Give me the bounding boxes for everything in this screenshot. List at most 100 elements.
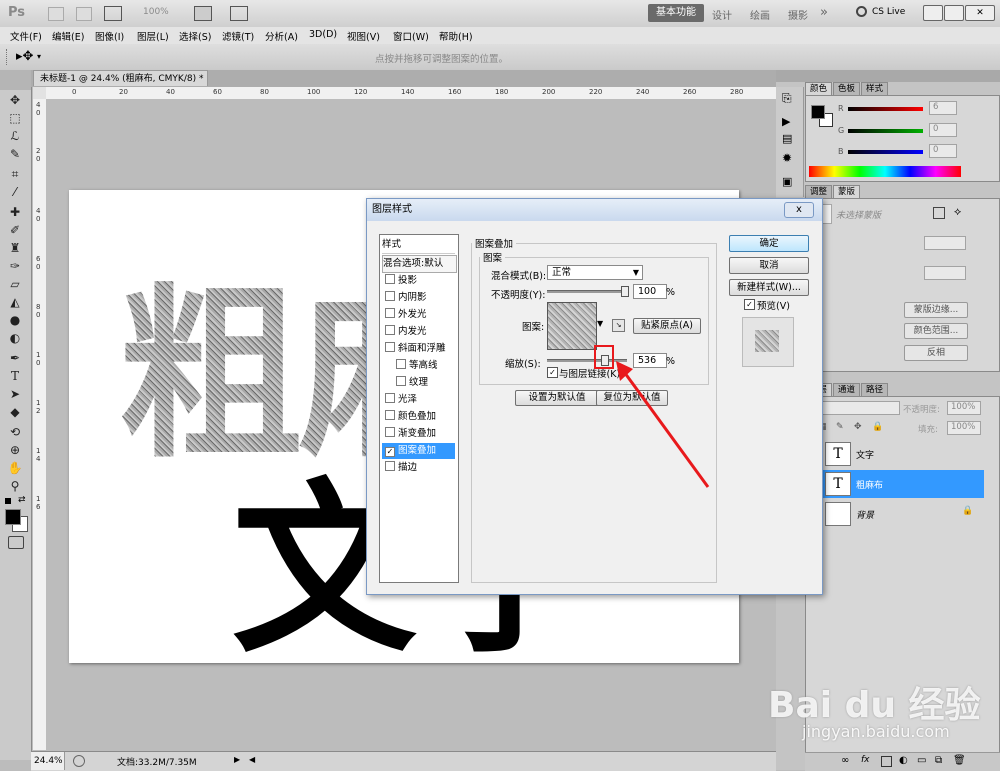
- hand-tool-icon[interactable]: ✋: [4, 460, 26, 476]
- style-item[interactable]: 渐变叠加: [382, 426, 455, 442]
- arrange-documents-icon[interactable]: [194, 6, 212, 21]
- channel-r-value[interactable]: 6: [929, 101, 957, 115]
- layer-row-text[interactable]: T 文字: [820, 440, 984, 468]
- info-panel-icon[interactable]: ▤: [782, 132, 792, 145]
- workspace-design[interactable]: 设计: [712, 7, 732, 22]
- status-menu-arrow-icon[interactable]: ▶: [234, 755, 240, 764]
- zoom-level-dropdown[interactable]: 100%: [143, 7, 169, 17]
- make-default-button[interactable]: 设置为默认值: [515, 390, 599, 406]
- link-with-layer-checkbox[interactable]: ✓: [547, 367, 558, 378]
- minimize-button[interactable]: [923, 5, 943, 21]
- workspace-photography[interactable]: 摄影: [788, 7, 808, 22]
- blending-options-item[interactable]: 混合选项:默认: [382, 255, 457, 273]
- style-item[interactable]: 内阴影: [382, 290, 455, 306]
- channel-g-slider[interactable]: [848, 129, 923, 133]
- status-zoom-field[interactable]: 24.4%: [31, 752, 65, 770]
- swap-colors-icon[interactable]: ⇄: [18, 495, 26, 505]
- eyedropper-tool-icon[interactable]: ⁄: [4, 184, 26, 200]
- new-preset-icon[interactable]: ↘: [612, 319, 625, 332]
- lock-pixels-icon[interactable]: ✎: [836, 422, 844, 432]
- channel-r-slider[interactable]: [848, 107, 923, 111]
- mini-bridge-icon[interactable]: [76, 7, 92, 21]
- style-checkbox[interactable]: [396, 376, 406, 386]
- blend-mode-select[interactable]: 正常 ▼: [547, 265, 643, 280]
- more-workspaces-icon[interactable]: »: [820, 5, 828, 20]
- menu-view[interactable]: 视图(V): [347, 29, 380, 43]
- menu-file[interactable]: 文件(F): [10, 29, 42, 43]
- menu-3d[interactable]: 3D(D): [309, 29, 337, 40]
- link-layers-icon[interactable]: ∞: [841, 755, 849, 766]
- lasso-tool-icon[interactable]: ℒ: [4, 128, 26, 144]
- workspace-essentials[interactable]: 基本功能: [648, 4, 704, 22]
- layer-style-icon[interactable]: fx: [861, 755, 870, 765]
- style-checkbox[interactable]: [385, 291, 395, 301]
- default-colors-icon[interactable]: [5, 498, 11, 504]
- style-item[interactable]: 颜色叠加: [382, 409, 455, 425]
- history-panel-icon[interactable]: ⎘: [782, 91, 792, 106]
- new-style-button[interactable]: 新建样式(W)...: [729, 279, 809, 296]
- preview-label[interactable]: 预览(V): [757, 298, 790, 312]
- vertical-ruler[interactable]: 4 0 2 0 4 0 6 0 8 0 1 0 1 2 1 4 1 6: [33, 99, 47, 750]
- channel-b-value[interactable]: 0: [929, 144, 957, 158]
- menu-image[interactable]: 图像(I): [95, 29, 124, 43]
- 3d-orbit-tool-icon[interactable]: ⊕: [4, 442, 26, 458]
- style-item[interactable]: 斜面和浮雕: [382, 341, 455, 357]
- zoom-tool-icon[interactable]: ⚲: [4, 478, 26, 494]
- scroll-left-icon[interactable]: ◀: [249, 755, 255, 764]
- quick-mask-icon[interactable]: [8, 536, 24, 549]
- style-checkbox[interactable]: [385, 393, 395, 403]
- cancel-button[interactable]: 取消: [729, 257, 809, 274]
- dodge-tool-icon[interactable]: ◐: [4, 330, 26, 346]
- tab-styles[interactable]: 样式: [861, 82, 889, 96]
- toolbox-header[interactable]: [0, 70, 32, 90]
- layer-name[interactable]: 背景: [856, 508, 874, 521]
- paint-bucket-tool-icon[interactable]: ◭: [4, 294, 26, 310]
- channel-b-slider[interactable]: [848, 150, 923, 154]
- menu-edit[interactable]: 编辑(E): [52, 29, 84, 43]
- healing-brush-tool-icon[interactable]: ✚: [4, 204, 26, 220]
- crop-tool-icon[interactable]: ⌗: [4, 166, 26, 182]
- document-tab[interactable]: 未标题-1 @ 24.4% (粗麻布, CMYK/8) * ✕: [33, 70, 208, 99]
- foreground-color-swatch[interactable]: [5, 509, 21, 525]
- layer-opacity-field[interactable]: 100%: [947, 401, 981, 415]
- tab-swatches[interactable]: 色板: [833, 82, 861, 96]
- ok-button[interactable]: 确定: [729, 235, 809, 252]
- dialog-title-bar[interactable]: 图层样式 x: [367, 199, 822, 221]
- color-foreground-swatch[interactable]: [811, 105, 825, 119]
- tool-preset-chevron-icon[interactable]: ▾: [37, 52, 41, 61]
- menu-analysis[interactable]: 分析(A): [265, 29, 298, 43]
- menu-filter[interactable]: 滤镜(T): [222, 29, 254, 43]
- brush-panel-icon[interactable]: ✹: [782, 151, 792, 165]
- mask-edge-button[interactable]: 蒙版边缘...: [904, 302, 968, 318]
- opacity-slider[interactable]: [547, 286, 629, 297]
- pattern-picker-chevron-icon[interactable]: ▼: [597, 319, 603, 328]
- panel-dock-header[interactable]: [776, 70, 1000, 82]
- menu-window[interactable]: 窗口(W): [393, 29, 429, 43]
- add-mask-icon[interactable]: [881, 756, 892, 767]
- pixel-mask-icon[interactable]: [933, 207, 945, 219]
- style-item[interactable]: ✓ 图案叠加: [382, 443, 455, 459]
- preview-checkbox[interactable]: ✓: [744, 299, 755, 310]
- layer-fill-field[interactable]: 100%: [947, 421, 981, 435]
- style-item[interactable]: 外发光: [382, 307, 455, 323]
- brush-tool-icon[interactable]: ✐: [4, 222, 26, 238]
- density-field[interactable]: [924, 236, 966, 250]
- new-layer-icon[interactable]: ⧉: [935, 755, 942, 766]
- style-item[interactable]: 光泽: [382, 392, 455, 408]
- style-checkbox[interactable]: ✓: [385, 447, 395, 457]
- style-item[interactable]: 等高线: [382, 358, 455, 374]
- style-item[interactable]: 纹理: [382, 375, 455, 391]
- adjustment-layer-icon[interactable]: ◐: [899, 755, 908, 766]
- move-tool-icon[interactable]: ▸✥: [16, 49, 33, 64]
- snap-to-origin-button[interactable]: 贴紧原点(A): [633, 318, 701, 334]
- pattern-swatch[interactable]: [547, 302, 597, 350]
- style-item[interactable]: 描边: [382, 460, 455, 476]
- view-extras-icon[interactable]: [104, 6, 122, 21]
- layer-row-burlap[interactable]: T 粗麻布: [820, 470, 984, 498]
- styles-header[interactable]: 样式: [382, 237, 455, 254]
- marquee-tool-icon[interactable]: ⬚: [4, 110, 26, 126]
- opacity-input[interactable]: 100: [633, 284, 667, 299]
- channel-g-value[interactable]: 0: [929, 123, 957, 137]
- navigator-panel-icon[interactable]: ▣: [782, 175, 792, 188]
- restore-button[interactable]: [944, 5, 964, 21]
